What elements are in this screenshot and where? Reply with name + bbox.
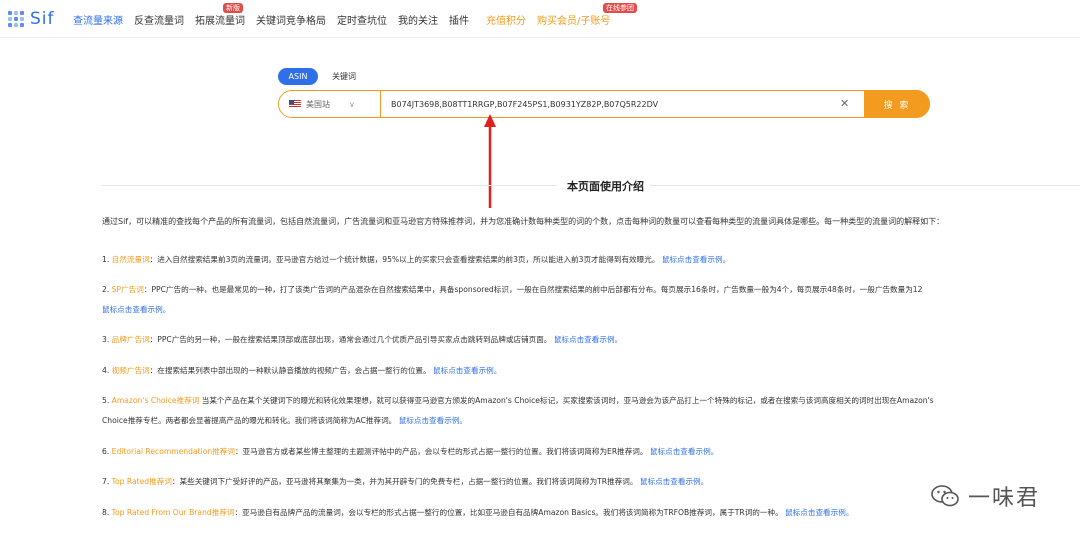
search-bar: 美国站 ∨ ✕ 搜 索 [278, 90, 930, 118]
us-flag-icon [289, 100, 301, 108]
group-buy-badge: 在线参团 [603, 3, 637, 13]
wechat-icon [931, 485, 959, 507]
item-text: Choice推荐专栏。两者都会显著提高产品的曝光和转化。我们将该词简称为AC推荐… [102, 416, 397, 425]
list-item: 3. 品牌广告词：PPC广告的另一种，一般在搜索结果顶部或底部出现，通常会通过几… [102, 332, 1080, 347]
nav-item-plugin[interactable]: 插件 [449, 12, 469, 27]
tab-asin[interactable]: ASIN [278, 68, 318, 85]
item-number: 8. [102, 508, 110, 517]
item-number: 2. [102, 285, 110, 294]
example-link[interactable]: 鼠标点击查看示例。 [554, 335, 622, 344]
tab-keyword[interactable]: 关键词 [332, 71, 356, 82]
logo[interactable]: Sif [8, 9, 55, 29]
list-item-continued: Choice推荐专栏。两者都会显著提高产品的曝光和转化。我们将该词简称为AC推荐… [102, 413, 1080, 428]
divider-left [102, 185, 557, 186]
new-badge: 新版 [223, 3, 243, 13]
list-item: 2. SP广告词：PPC广告的一种，也是最常见的一种，打了该类广告词的产品混杂在… [102, 282, 1080, 297]
example-link[interactable]: 鼠标点击查看示例。 [785, 508, 853, 517]
watermark: 一味君 [930, 480, 1040, 512]
term-label: Amazon's Choice推荐词 [111, 396, 200, 405]
item-text: ：某些关键词下广受好评的产品，亚马逊将其聚集为一类，并为其开辟专门的免费专栏，占… [171, 477, 638, 486]
term-label: SP广告词 [111, 285, 144, 294]
nav-item-my-follow[interactable]: 我的关注 [398, 12, 438, 27]
nav-item-label: 拓展流量词 [195, 16, 245, 27]
term-label: 视频广告词 [111, 366, 150, 375]
intro-title: 本页面使用介绍 [563, 178, 648, 194]
nav-item-keyword-competition[interactable]: 关键词竞争格局 [256, 12, 326, 27]
annotation-arrow-icon [484, 114, 496, 208]
term-label: Top Rated推荐词 [111, 477, 172, 486]
example-link[interactable]: 鼠标点击查看示例。 [640, 477, 708, 486]
item-number: 1. [102, 255, 110, 264]
item-text: ：亚马逊官方或者某些博主整理的主题测评帖中的产品，会以专栏的形式占据一整行的位置… [234, 447, 648, 456]
nav-item-recharge[interactable]: 充值积分 [486, 12, 526, 27]
example-link[interactable]: 鼠标点击查看示例。 [102, 305, 170, 314]
item-number: 7. [102, 477, 110, 486]
list-item: 6. Editorial Recommendation推荐词：亚马逊官方或者某些… [102, 444, 1080, 459]
item-text: ：在搜索结果列表中部出现的一种默认静音播放的视频广告，会占据一整行的位置。 [149, 366, 431, 375]
list-item: 1. 自然流量词：进入自然搜索结果前3页的流量词。亚马逊官方给过一个统计数据，9… [102, 252, 1080, 267]
example-link[interactable]: 鼠标点击查看示例。 [433, 366, 501, 375]
example-link[interactable]: 鼠标点击查看示例。 [650, 447, 718, 456]
term-label: Top Rated From Our Brand推荐词 [111, 508, 235, 517]
item-text: ：亚马逊自有品牌产品的流量词，会以专栏的形式占据一整行的位置，比如亚马逊自有品牌… [234, 508, 783, 517]
term-label: Editorial Recommendation推荐词 [111, 447, 235, 456]
country-label: 美国站 [306, 99, 330, 109]
list-item: 4. 视频广告词：在搜索结果列表中部出现的一种默认静音播放的视频广告，会占据一整… [102, 363, 1080, 378]
nav-item-reverse-lookup[interactable]: 反查流量词 [134, 12, 184, 27]
item-text: ：PPC广告的一种，也是最常见的一种，打了该类广告词的产品混杂在自然搜索结果中，… [143, 285, 923, 294]
divider-right [650, 185, 1080, 186]
term-label: 自然流量词 [111, 255, 150, 264]
nav-menu: 查流量来源 反查流量词 拓展流量词 新版 关键词竞争格局 定时查坑位 我的关注 … [73, 3, 637, 27]
logo-icon [8, 11, 24, 27]
list-item: 5. Amazon's Choice推荐词 当某个产品在某个关键词下的曝光和转化… [102, 393, 1080, 408]
example-link[interactable]: 鼠标点击查看示例。 [399, 416, 467, 425]
list-item-continued: 鼠标点击查看示例。 [102, 302, 1080, 317]
chevron-down-icon: ∨ [349, 99, 355, 109]
item-number: 6. [102, 447, 110, 456]
item-text: ：进入自然搜索结果前3页的流量词。亚马逊官方给过一个统计数据，95%以上的买家只… [149, 255, 660, 264]
nav-item-buy-membership[interactable]: 购买会员/子账号 在线参团 [537, 3, 637, 27]
item-text: 当某个产品在某个关键词下的曝光和转化效果理想，就可以获得亚马逊官方颁发的Amaz… [199, 396, 934, 405]
search-button[interactable]: 搜 索 [864, 90, 930, 118]
asin-input[interactable] [391, 97, 831, 111]
nav-item-scheduled-rank[interactable]: 定时查坑位 [337, 12, 387, 27]
nav-item-label: 购买会员/子账号 [537, 16, 611, 27]
top-nav: Sif 查流量来源 反查流量词 拓展流量词 新版 关键词竞争格局 定时查坑位 我… [0, 0, 1080, 38]
country-select[interactable]: 美国站 ∨ [279, 91, 381, 117]
watermark-text: 一味君 [968, 486, 1041, 511]
term-label: 品牌广告词 [111, 335, 150, 344]
intro-paragraph: 通过Sif，可以精准的查找每个产品的所有流量词，包括自然流量词，广告流量词和亚马… [102, 217, 945, 226]
item-number: 3. [102, 335, 110, 344]
nav-item-traffic-source[interactable]: 查流量来源 [73, 12, 123, 27]
search-tabs: ASIN 关键词 [278, 68, 356, 85]
item-number: 4. [102, 366, 110, 375]
example-link[interactable]: 鼠标点击查看示例。 [662, 255, 730, 264]
clear-icon[interactable]: ✕ [840, 97, 849, 111]
logo-text: Sif [30, 9, 55, 29]
item-text: ：PPC广告的另一种，一般在搜索结果顶部或底部出现，通常会通过几个优质产品引导买… [149, 335, 552, 344]
nav-item-expand-keywords[interactable]: 拓展流量词 新版 [195, 3, 245, 27]
item-number: 5. [102, 396, 110, 405]
